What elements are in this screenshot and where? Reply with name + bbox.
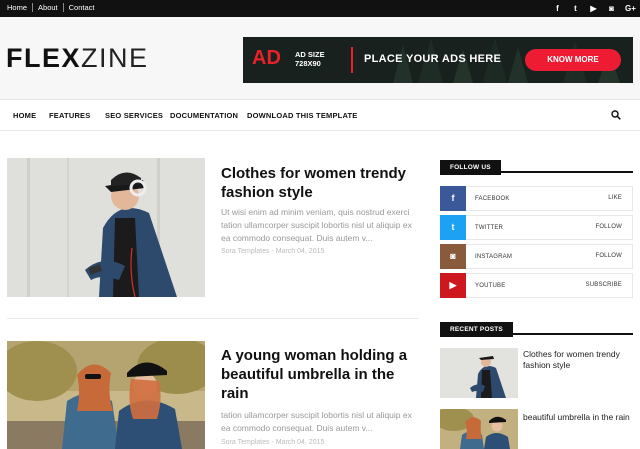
post-2-title-line1: A young woman holding a — [221, 347, 408, 364]
google-plus-icon[interactable]: G+ — [625, 3, 636, 14]
post-2-excerpt: tation ullamcorper suscipit lobortis nis… — [221, 409, 421, 435]
follow-name: FACEBOOK — [475, 196, 510, 202]
recent-post-2-thumbnail[interactable] — [440, 409, 518, 449]
post-2-image — [7, 341, 205, 449]
nav-item-documentation[interactable]: DOCUMENTATION — [170, 111, 238, 120]
know-more-button[interactable]: KNOW MORE — [525, 49, 621, 71]
post-2-meta: Sora Templates - March 04, 2015 — [221, 439, 325, 446]
post-divider — [7, 318, 418, 319]
post-1-title[interactable]: Clothes for women trendy fashion style — [221, 164, 421, 202]
ad-size: AD SIZE 728X90 — [295, 50, 325, 68]
follow-us-widget-title: FOLLOW US — [440, 156, 633, 175]
recent-post-2-title[interactable]: beautiful umbrella in the rain — [523, 412, 635, 423]
post-2-thumbnail[interactable] — [7, 341, 205, 449]
logo-bold: FLEX — [6, 43, 82, 73]
recent-posts-title: RECENT POSTS — [440, 322, 513, 337]
follow-row-youtube[interactable]: ▶ YOUTUBE SUBSCRIBE — [440, 273, 633, 298]
recent-posts-widget-title: RECENT POSTS — [440, 318, 633, 337]
logo-light: ZINE — [81, 43, 149, 73]
ad-size-line1: AD SIZE — [295, 50, 325, 59]
post-1-excerpt: Ut wisi enim ad minim veniam, quis nostr… — [221, 206, 421, 245]
ad-divider — [351, 47, 353, 73]
nav-item-home[interactable]: HOME — [13, 111, 36, 120]
post-1-meta: Sora Templates - March 04, 2015 — [221, 248, 325, 255]
recent-post-1-title-line1: Clothes for women trendy — [523, 349, 620, 359]
facebook-icon: f — [440, 186, 466, 211]
ad-text: PLACE YOUR ADS HERE — [364, 53, 502, 65]
top-link-contact[interactable]: Contact — [69, 3, 95, 12]
excerpt-line: tation ullamcorper suscipit lobortis nis… — [221, 220, 412, 230]
follow-name: TWITTER — [475, 225, 504, 231]
follow-action[interactable]: SUBSCRIBE — [586, 282, 622, 288]
post-1-title-line1: Clothes for women trendy — [221, 165, 407, 182]
follow-row-twitter[interactable]: t TWITTER FOLLOW — [440, 215, 633, 240]
post-2-title-line3: rain — [221, 385, 249, 402]
top-link-about[interactable]: About — [38, 3, 58, 12]
instagram-icon[interactable]: ◙ — [607, 3, 616, 14]
top-link-home[interactable]: Home — [7, 3, 27, 12]
follow-us-title: FOLLOW US — [440, 160, 501, 175]
twitter-icon: t — [440, 215, 466, 240]
nav-item-features[interactable]: FEATURES — [49, 111, 90, 120]
separator — [32, 3, 34, 12]
ad-banner[interactable]: AD AD SIZE 728X90 PLACE YOUR ADS HERE KN… — [243, 37, 633, 83]
facebook-icon[interactable]: f — [553, 3, 562, 14]
recent-post-1-thumbnail[interactable] — [440, 348, 518, 398]
excerpt-line: ea commodo consequat. Duis autem v... — [221, 233, 373, 243]
youtube-icon[interactable]: ▶ — [589, 3, 598, 14]
excerpt-line: Ut wisi enim ad minim veniam, quis nostr… — [221, 207, 410, 217]
follow-name: YOUTUBE — [475, 283, 506, 289]
excerpt-line: tation ullamcorper suscipit lobortis nis… — [221, 410, 412, 420]
follow-action[interactable]: FOLLOW — [595, 253, 622, 259]
site-header: FLEXZINE AD AD SIZE 728X90 PLACE YOUR AD… — [0, 17, 640, 99]
recent-post-1-image — [440, 348, 518, 398]
recent-post-1-title[interactable]: Clothes for women trendy fashion style — [523, 349, 635, 371]
recent-post-2-title-line1: beautiful umbrella in the rain — [523, 412, 630, 422]
nav-item-seo-services[interactable]: SEO SERVICES — [105, 111, 163, 120]
follow-row-facebook[interactable]: f FACEBOOK LIKE — [440, 186, 633, 211]
follow-action[interactable]: LIKE — [608, 195, 622, 201]
post-2-title-line2: beautiful umbrella in the — [221, 366, 395, 383]
separator — [62, 3, 64, 12]
follow-name: INSTAGRAM — [475, 254, 513, 260]
post-2-title[interactable]: A young woman holding a beautiful umbrel… — [221, 346, 421, 403]
post-1-thumbnail[interactable] — [7, 158, 205, 297]
ad-label: AD — [252, 47, 281, 69]
main-nav: HOME FEATURES SEO SERVICES DOCUMENTATION… — [0, 99, 640, 131]
site-logo[interactable]: FLEXZINE — [6, 43, 149, 73]
search-icon[interactable] — [611, 110, 621, 120]
top-links: Home About Contact — [7, 3, 94, 12]
youtube-icon: ▶ — [440, 273, 466, 298]
top-social-icons: f t ▶ ◙ G+ — [553, 3, 636, 14]
top-bar: Home About Contact f t ▶ ◙ G+ — [0, 0, 640, 17]
post-1-title-line2: fashion style — [221, 184, 313, 201]
excerpt-line: ea commodo consequat. Duis autem v... — [221, 423, 373, 433]
instagram-icon: ◙ — [440, 244, 466, 269]
post-1-image — [7, 158, 205, 297]
follow-row-instagram[interactable]: ◙ INSTAGRAM FOLLOW — [440, 244, 633, 269]
recent-post-2-image — [440, 409, 518, 449]
ad-size-line2: 728X90 — [295, 59, 321, 68]
follow-action[interactable]: FOLLOW — [595, 224, 622, 230]
nav-item-download-template[interactable]: DOWNLOAD THIS TEMPLATE — [247, 111, 358, 120]
twitter-icon[interactable]: t — [571, 3, 580, 14]
recent-post-1-title-line2: fashion style — [523, 360, 571, 370]
